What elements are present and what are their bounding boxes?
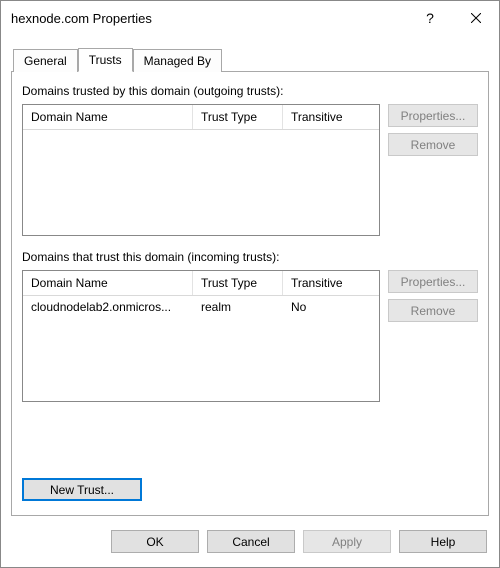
col-type[interactable]: Trust Type	[193, 271, 283, 295]
dialog-button-row: OK Cancel Apply Help	[1, 516, 499, 567]
outgoing-section: Domain Name Trust Type Transitive Proper…	[22, 104, 478, 236]
col-domain[interactable]: Domain Name	[23, 271, 193, 295]
col-domain[interactable]: Domain Name	[23, 105, 193, 129]
help-button[interactable]: Help	[399, 530, 487, 553]
tab-managed-by[interactable]: Managed By	[133, 49, 222, 72]
tab-strip: General Trusts Managed By	[13, 47, 489, 71]
titlebar: hexnode.com Properties ?	[1, 1, 499, 35]
outgoing-side-buttons: Properties... Remove	[388, 104, 478, 236]
tab-general[interactable]: General	[13, 49, 78, 72]
tab-panel-trusts: Domains trusted by this domain (outgoing…	[11, 71, 489, 516]
incoming-columns: Domain Name Trust Type Transitive	[23, 271, 379, 296]
cancel-button[interactable]: Cancel	[207, 530, 295, 553]
close-icon[interactable]	[453, 1, 499, 35]
tab-trusts[interactable]: Trusts	[78, 48, 133, 72]
cell-transitive: No	[283, 296, 379, 318]
outgoing-remove-button[interactable]: Remove	[388, 133, 478, 156]
ok-button[interactable]: OK	[111, 530, 199, 553]
col-transitive[interactable]: Transitive	[283, 105, 379, 129]
incoming-label: Domains that trust this domain (incoming…	[22, 250, 478, 264]
table-row[interactable]: cloudnodelab2.onmicros... realm No	[23, 296, 379, 318]
outgoing-columns: Domain Name Trust Type Transitive	[23, 105, 379, 130]
window-title: hexnode.com Properties	[11, 11, 407, 26]
client-area: General Trusts Managed By Domains truste…	[1, 35, 499, 516]
incoming-remove-button[interactable]: Remove	[388, 299, 478, 322]
outgoing-trusts-list[interactable]: Domain Name Trust Type Transitive	[22, 104, 380, 236]
col-transitive[interactable]: Transitive	[283, 271, 379, 295]
outgoing-label: Domains trusted by this domain (outgoing…	[22, 84, 478, 98]
incoming-properties-button[interactable]: Properties...	[388, 270, 478, 293]
help-icon[interactable]: ?	[407, 1, 453, 35]
incoming-trusts-list[interactable]: Domain Name Trust Type Transitive cloudn…	[22, 270, 380, 402]
apply-button[interactable]: Apply	[303, 530, 391, 553]
cell-type: realm	[193, 296, 283, 318]
new-trust-button[interactable]: New Trust...	[22, 478, 142, 501]
incoming-side-buttons: Properties... Remove	[388, 270, 478, 402]
outgoing-properties-button[interactable]: Properties...	[388, 104, 478, 127]
col-type[interactable]: Trust Type	[193, 105, 283, 129]
incoming-section: Domain Name Trust Type Transitive cloudn…	[22, 270, 478, 402]
properties-dialog: hexnode.com Properties ? General Trusts …	[0, 0, 500, 568]
cell-domain: cloudnodelab2.onmicros...	[23, 296, 193, 318]
new-trust-row: New Trust...	[22, 478, 478, 501]
